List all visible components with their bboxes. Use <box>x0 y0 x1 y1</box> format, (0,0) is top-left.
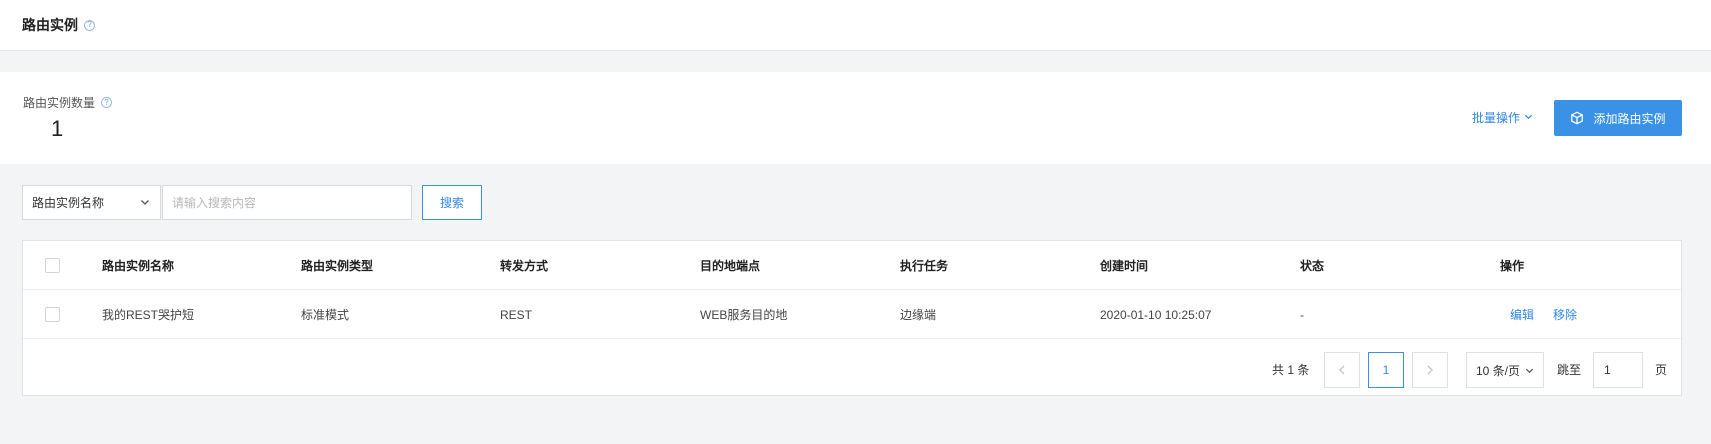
select-all-checkbox[interactable] <box>45 258 60 273</box>
table-row: 我的REST哭护短 标准模式 REST WEB服务目的地 边缘端 2020-01… <box>23 290 1681 339</box>
column-header-name: 路由实例名称 <box>102 259 175 273</box>
remove-link[interactable]: 移除 <box>1553 290 1577 339</box>
add-route-instance-button[interactable]: 添加路由实例 <box>1554 100 1682 136</box>
chevron-down-icon <box>1525 368 1534 373</box>
edit-link[interactable]: 编辑 <box>1510 290 1534 339</box>
page-button-current[interactable]: 1 <box>1368 352 1404 388</box>
help-icon[interactable]: ? <box>84 19 95 31</box>
batch-operation-dropdown[interactable]: 批量操作 <box>1472 109 1533 126</box>
prev-page-button[interactable] <box>1324 352 1360 388</box>
cell-endpoint: WEB服务目的地 <box>700 308 788 322</box>
page-header: 路由实例 ? <box>0 0 1711 51</box>
route-instance-table: 路由实例名称 路由实例类型 转发方式 目的地端点 执行任务 创建时间 状态 操作… <box>22 240 1682 396</box>
page-size-value: 10 条/页 <box>1476 363 1521 378</box>
chevron-down-icon <box>140 196 150 210</box>
instance-count-label-wrap: 路由实例数量 ? <box>23 94 113 111</box>
search-field-selected: 路由实例名称 <box>32 196 105 210</box>
page-unit-label: 页 <box>1655 363 1668 377</box>
column-header-actions: 操作 <box>1500 259 1525 273</box>
cell-forward: REST <box>500 307 533 322</box>
help-icon[interactable]: ? <box>101 97 113 108</box>
chevron-right-icon <box>1427 365 1433 375</box>
pagination: 共 1 条 1 10 条/页 跳至 1 页 <box>23 340 1681 396</box>
column-header-type: 路由实例类型 <box>301 259 374 273</box>
page-size-select[interactable]: 10 条/页 <box>1466 352 1544 388</box>
goto-page-input[interactable]: 1 <box>1593 352 1643 388</box>
cell-created: 2020-01-10 10:25:07 <box>1100 307 1212 322</box>
instance-count-label: 路由实例数量 <box>23 96 96 110</box>
row-checkbox[interactable] <box>45 307 60 322</box>
page-title: 路由实例 <box>22 17 78 33</box>
add-route-instance-label: 添加路由实例 <box>1593 111 1666 126</box>
instance-count-value: 1 <box>51 116 64 141</box>
table-header-row: 路由实例名称 路由实例类型 转发方式 目的地端点 执行任务 创建时间 状态 操作 <box>23 241 1681 290</box>
cell-name: 我的REST哭护短 <box>102 308 195 322</box>
column-header-status: 状态 <box>1300 259 1325 273</box>
search-button[interactable]: 搜索 <box>422 185 482 220</box>
goto-label: 跳至 <box>1557 363 1582 377</box>
column-header-task: 执行任务 <box>900 259 949 273</box>
cell-task: 边缘端 <box>900 308 937 322</box>
column-header-forward: 转发方式 <box>500 259 549 273</box>
summary-panel: 路由实例数量 ? 1 批量操作 添加路由实例 <box>0 72 1711 164</box>
next-page-button[interactable] <box>1412 352 1448 388</box>
column-header-created: 创建时间 <box>1100 259 1149 273</box>
search-input[interactable] <box>162 185 412 220</box>
chevron-down-icon <box>1524 112 1533 123</box>
search-field-select[interactable]: 路由实例名称 <box>22 185 161 220</box>
pagination-total: 共 1 条 <box>1272 363 1310 377</box>
cell-status: - <box>1300 307 1304 322</box>
batch-operation-label: 批量操作 <box>1472 111 1521 125</box>
chevron-left-icon <box>1339 365 1345 375</box>
cell-type: 标准模式 <box>301 308 350 322</box>
cube-icon <box>1571 111 1584 125</box>
column-header-endpoint: 目的地端点 <box>700 259 761 273</box>
